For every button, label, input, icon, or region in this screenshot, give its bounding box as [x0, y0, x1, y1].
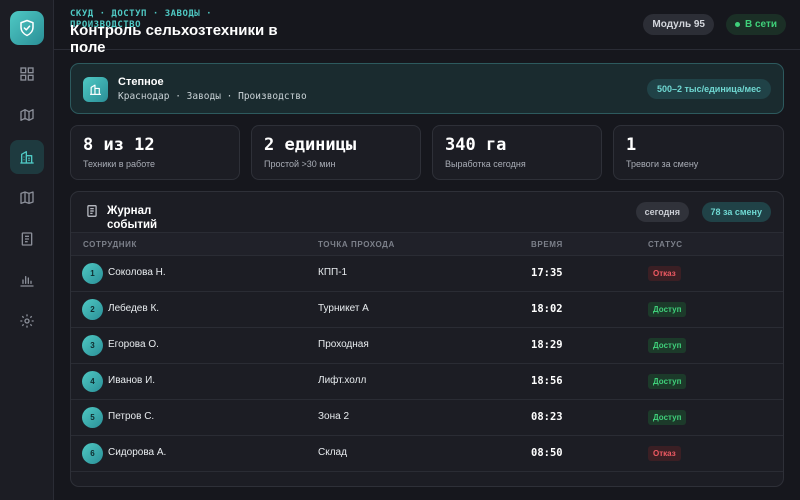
- online-status-badge: В сети: [725, 14, 786, 35]
- access-point: Лифт.холл: [318, 375, 367, 386]
- sidebar-item-settings[interactable]: [10, 304, 44, 338]
- building-icon: [20, 151, 34, 164]
- stat-value: 2 единицы: [264, 135, 357, 155]
- stat-label: Тревоги за смену: [626, 159, 699, 169]
- access-point: КПП-1: [318, 267, 348, 278]
- table-row[interactable]: 4 Иванов И. Лифт.холл 18:56 Доступ: [71, 364, 783, 400]
- book-icon: [20, 191, 34, 204]
- table-row[interactable]: 5 Петров С. Зона 2 08:23 Доступ: [71, 400, 783, 436]
- status-badge: Доступ: [648, 338, 687, 353]
- document-icon: [87, 205, 97, 217]
- stat-card-downtime: 2 единицы Простой >30 мин: [251, 125, 421, 180]
- module-badge: Модуль 95: [643, 14, 714, 35]
- location-path: Краснодар · Заводы · Производство: [118, 91, 307, 102]
- table-row[interactable]: 1 Соколова Н. КПП-1 17:35 Отказ: [71, 256, 783, 292]
- event-time: 18:02: [531, 303, 563, 315]
- table-row[interactable]: 3 Егорова О. Проходная 18:29 Доступ: [71, 328, 783, 364]
- table-header: СОТРУДНИК ТОЧКА ПРОХОДА ВРЕМЯ СТАТУС: [71, 232, 783, 256]
- column-header-status[interactable]: СТАТУС: [648, 240, 683, 249]
- sidebar-item-map[interactable]: [10, 98, 44, 132]
- sidebar-item-analytics[interactable]: [10, 263, 44, 297]
- event-time: 18:29: [531, 339, 563, 351]
- employee-name: Сидорова А.: [108, 447, 167, 458]
- avatar: 6: [82, 443, 103, 464]
- status-badge: Доступ: [648, 374, 687, 389]
- column-header-time[interactable]: ВРЕМЯ: [531, 240, 563, 249]
- avatar: 3: [82, 335, 103, 356]
- employee-name: Соколова Н.: [108, 267, 166, 278]
- stat-value: 1: [626, 135, 637, 155]
- sidebar-item-buildings[interactable]: [10, 140, 44, 174]
- avatar: 2: [82, 299, 103, 320]
- online-status-label: В сети: [744, 19, 777, 30]
- shield-logo-icon[interactable]: [10, 11, 44, 45]
- status-badge: Отказ: [648, 446, 681, 461]
- access-point: Зона 2: [318, 411, 350, 422]
- event-time: 17:35: [531, 267, 563, 279]
- top-bar: СКУД · ДОСТУП · ЗАВОДЫ · ПРОИЗВОДСТВО Ко…: [54, 0, 800, 56]
- employee-name: Егорова О.: [108, 339, 159, 350]
- avatar: 1: [82, 263, 103, 284]
- column-header-point[interactable]: ТОЧКА ПРОХОДА: [318, 240, 395, 249]
- employee-name: Иванов И.: [108, 375, 156, 386]
- location-name: Степное: [118, 76, 164, 88]
- access-point: Проходная: [318, 339, 369, 350]
- online-dot-icon: [734, 22, 740, 27]
- breadcrumb[interactable]: СКУД · ДОСТУП · ЗАВОДЫ · ПРОИЗВОДСТВО: [70, 9, 240, 30]
- event-journal-panel: Журнал событий сегодня 78 за смену СОТРУ…: [70, 191, 784, 487]
- column-header-employee[interactable]: СОТРУДНИК: [83, 240, 137, 249]
- access-point: Склад: [318, 447, 347, 458]
- status-badge: Доступ: [648, 410, 687, 425]
- sidebar-item-dashboard[interactable]: [10, 57, 44, 91]
- chart-icon: [20, 276, 34, 287]
- avatar: 4: [82, 371, 103, 392]
- location-card[interactable]: Степное Краснодар · Заводы · Производств…: [70, 63, 784, 114]
- status-badge: Отказ: [648, 266, 681, 281]
- event-time: 08:50: [531, 447, 563, 459]
- stat-value: 340 га: [445, 135, 507, 155]
- settings-icon: [20, 314, 34, 328]
- event-time: 18:56: [531, 375, 563, 387]
- stat-card-machines-working: 8 из 12 Техники в работе: [70, 125, 240, 180]
- building-icon: [83, 77, 108, 102]
- sidebar-item-book[interactable]: [10, 181, 44, 215]
- status-badge: Доступ: [648, 302, 687, 317]
- dashboard-icon: [20, 67, 34, 81]
- stat-label: Простой >30 мин: [264, 159, 336, 169]
- table-row[interactable]: 2 Лебедев К. Турникет А 18:02 Доступ: [71, 292, 783, 328]
- event-time: 08:23: [531, 411, 563, 423]
- document-icon: [21, 232, 33, 246]
- shift-count-badge[interactable]: 78 за смену: [701, 202, 771, 222]
- table-row[interactable]: 6 Сидорова А. Склад 08:50 Отказ: [71, 436, 783, 472]
- stat-label: Выработка сегодня: [445, 159, 526, 169]
- stat-value: 8 из 12: [83, 135, 155, 155]
- access-point: Турникет А: [318, 303, 369, 314]
- stat-card-alarms-shift: 1 Тревоги за смену: [613, 125, 784, 180]
- stat-label: Техники в работе: [83, 159, 156, 169]
- journal-title: Журнал событий: [107, 205, 158, 231]
- page-title: Контроль сельхозтехники в поле: [70, 22, 278, 56]
- stat-card-output-today: 340 га Выработка сегодня: [432, 125, 602, 180]
- sidebar: [0, 0, 54, 500]
- employee-name: Петров С.: [108, 411, 155, 422]
- sidebar-item-documents[interactable]: [10, 222, 44, 256]
- rate-badge: 500–2 тыс/единица/мес: [646, 79, 771, 99]
- filter-today-button[interactable]: сегодня: [635, 202, 689, 222]
- avatar: 5: [82, 407, 103, 428]
- table-body: 1 Соколова Н. КПП-1 17:35 Отказ 2 Лебеде…: [71, 256, 783, 472]
- map-icon: [20, 109, 34, 121]
- employee-name: Лебедев К.: [108, 303, 160, 314]
